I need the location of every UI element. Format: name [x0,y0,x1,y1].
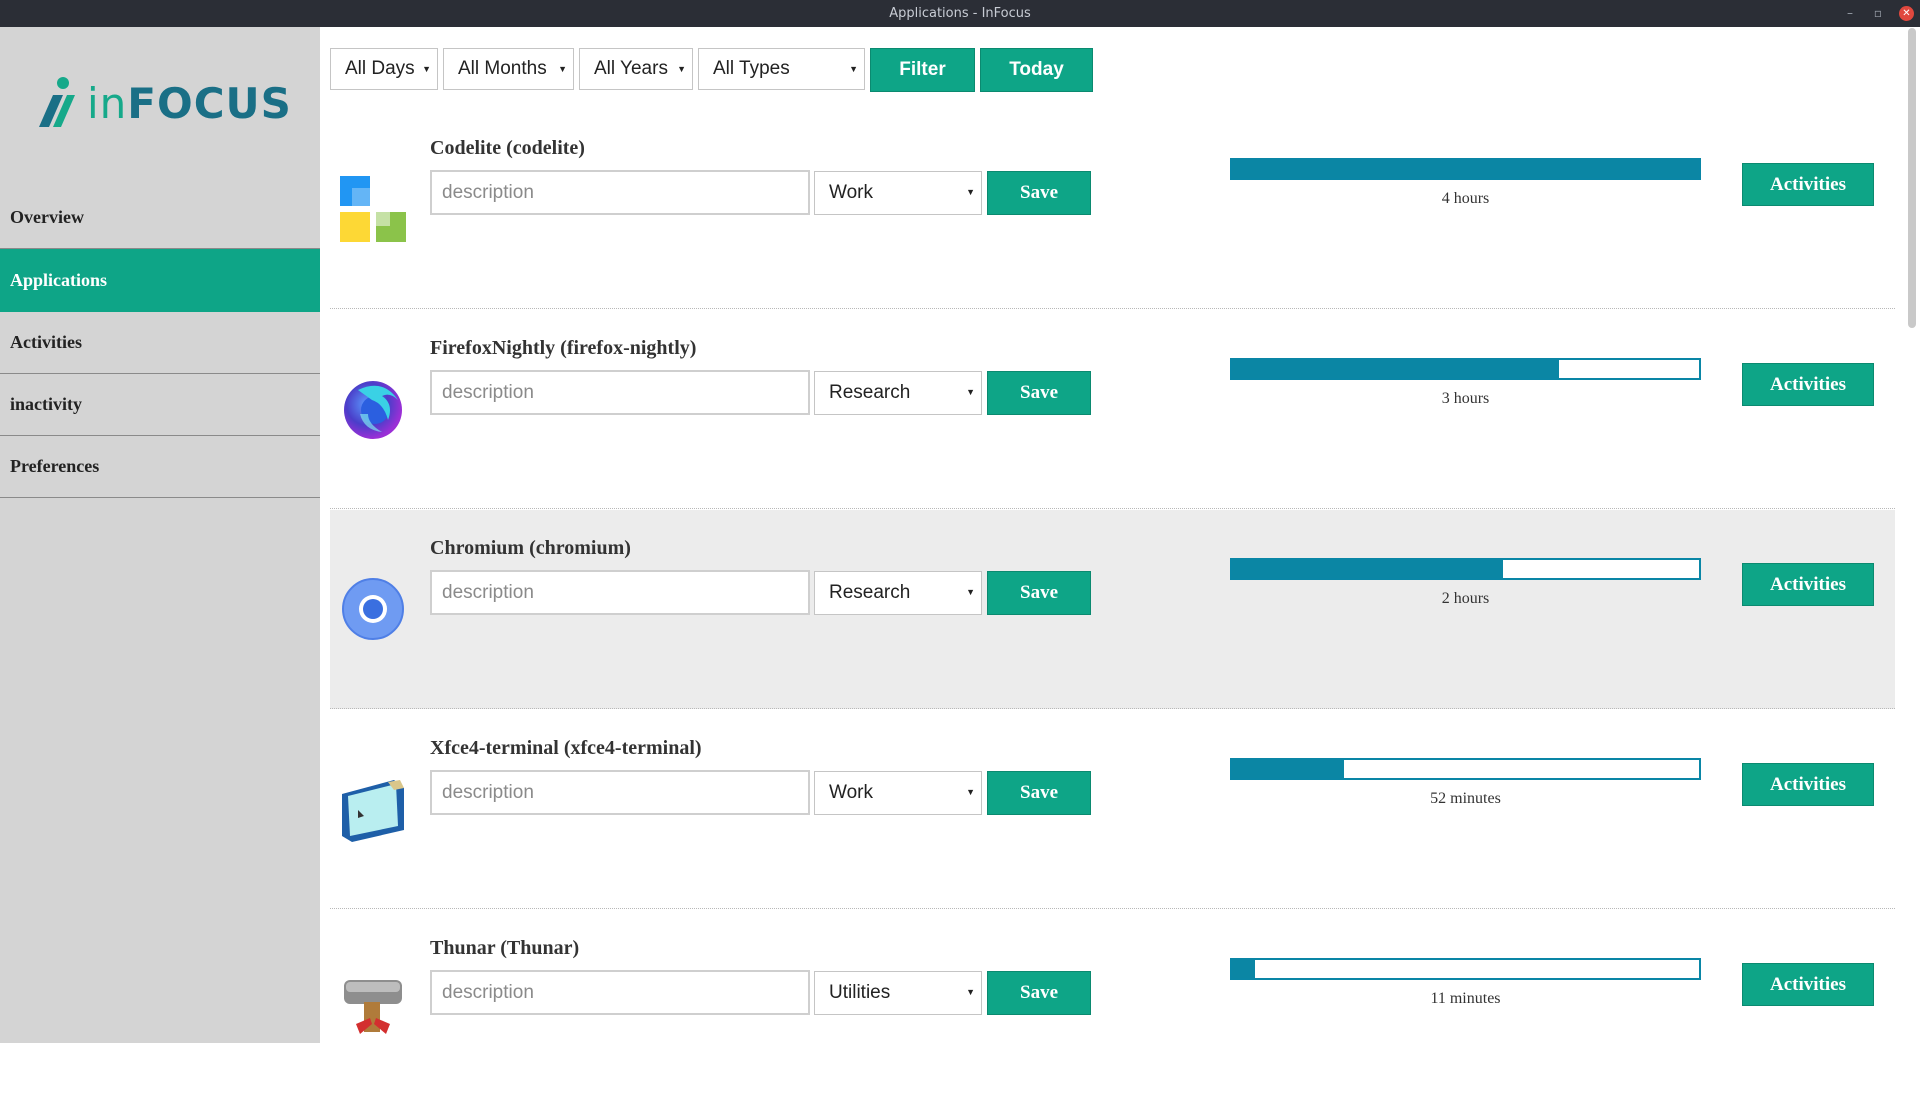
type-select[interactable]: Research ▼ [814,371,982,415]
app-row: Codelite (codelite) Work ▼ Save 4 hours A… [330,110,1895,309]
sidebar-item-overview[interactable]: Overview [0,187,320,249]
years-select-value: All Years [594,58,668,79]
description-input[interactable] [430,570,810,615]
sidebar-nav: Overview Applications Activities inactiv… [0,187,320,498]
filter-bar: All Days ▼ All Months ▼ All Years ▼ All Typ… [330,48,1093,92]
type-select-value: Research [829,382,911,403]
description-input[interactable] [430,170,810,215]
chevron-down-icon: ▼ [677,64,686,74]
sidebar-item-preferences[interactable]: Preferences [0,436,320,498]
chevron-down-icon: ▼ [558,64,567,74]
window-titlebar: Applications - InFocus – ▫ ✕ [0,0,1920,27]
app-name: FirefoxNightly (firefox-nightly) [430,337,697,359]
activities-button[interactable]: Activities [1742,163,1874,206]
firefox-icon [344,381,402,439]
type-select-value: Work [829,782,873,803]
sidebar-item-activities[interactable]: Activities [0,312,320,374]
type-select[interactable]: Work ▼ [814,771,982,815]
chromium-icon [342,578,404,640]
usage-bar-fill [1232,160,1699,178]
description-input[interactable] [430,370,810,415]
app-name: Xfce4-terminal (xfce4-terminal) [430,737,702,759]
thunar-icon [344,980,402,1034]
chevron-down-icon: ▼ [966,587,975,597]
save-button[interactable]: Save [987,771,1091,815]
type-select[interactable]: Work ▼ [814,171,982,215]
days-select-value: All Days [345,58,415,79]
minimize-button[interactable]: – [1843,0,1857,27]
type-select-value: Work [829,182,873,203]
usage-bar [1230,158,1701,180]
window-title: Applications - InFocus [889,6,1031,21]
chevron-down-icon: ▼ [966,987,975,997]
logo-wordmark: inFOCUS [87,78,292,128]
usage-bar-fill [1232,960,1256,978]
usage-bar [1230,958,1701,980]
sidebar-item-inactivity[interactable]: inactivity [0,374,320,436]
chevron-down-icon: ▼ [849,64,858,74]
today-button[interactable]: Today [980,48,1093,92]
usage-duration: 2 hours [1441,590,1490,607]
filter-button[interactable]: Filter [870,48,975,92]
activities-button[interactable]: Activities [1742,363,1874,406]
usage-bar-fill [1232,560,1503,578]
save-button[interactable]: Save [987,971,1091,1015]
app-name: Chromium (chromium) [430,537,631,559]
infocus-logo: inFOCUS [33,75,292,131]
usage-duration: 3 hours [1441,390,1490,407]
app-name: Codelite (codelite) [430,137,585,159]
type-select[interactable]: Research ▼ [814,571,982,615]
usage-bar-fill [1232,360,1559,378]
app-row: Thunar (Thunar) Utilities ▼ Save 11 minut… [330,910,1895,1109]
codelite-icon [340,176,406,242]
usage-bar-fill [1232,760,1345,778]
chevron-down-icon: ▼ [966,387,975,397]
usage-bar [1230,358,1701,380]
usage-duration: 52 minutes [1430,790,1501,807]
types-select-value: All Types [713,58,790,79]
app-row: FirefoxNightly (firefox-nightly) Researc… [330,310,1895,509]
years-select[interactable]: All Years ▼ [579,48,693,90]
description-input[interactable] [430,970,810,1015]
save-button[interactable]: Save [987,171,1091,215]
types-select[interactable]: All Types ▼ [698,48,865,90]
save-button[interactable]: Save [987,571,1091,615]
app-name: Thunar (Thunar) [430,937,580,959]
usage-duration: 11 minutes [1430,990,1501,1007]
app-row: Chromium (chromium) Research ▼ Save 2 hou… [330,510,1895,709]
activities-button[interactable]: Activities [1742,563,1874,606]
usage-bar [1230,558,1701,580]
maximize-button[interactable]: ▫ [1871,0,1885,27]
months-select[interactable]: All Months ▼ [443,48,574,90]
description-input[interactable] [430,770,810,815]
months-select-value: All Months [458,58,547,79]
logo-mark-icon [39,77,75,127]
activities-button[interactable]: Activities [1742,963,1874,1006]
chevron-down-icon: ▼ [966,187,975,197]
save-button[interactable]: Save [987,371,1091,415]
type-select-value: Research [829,582,911,603]
type-select-value: Utilities [829,982,891,1003]
chevron-down-icon: ▼ [966,787,975,797]
usage-bar [1230,758,1701,780]
close-window-button[interactable]: ✕ [1899,6,1914,21]
sidebar: inFOCUS Overview Applications Activities… [0,27,320,1043]
activities-button[interactable]: Activities [1742,763,1874,806]
sidebar-item-applications[interactable]: Applications [0,249,320,312]
type-select[interactable]: Utilities ▼ [814,971,982,1015]
app-row: Xfce4-terminal (xfce4-terminal) Work ▼ Sa… [330,710,1895,909]
days-select[interactable]: All Days ▼ [330,48,438,90]
usage-duration: 4 hours [1441,190,1490,207]
vertical-scrollbar[interactable] [1908,28,1916,328]
chevron-down-icon: ▼ [422,64,431,74]
terminal-icon [342,780,404,842]
